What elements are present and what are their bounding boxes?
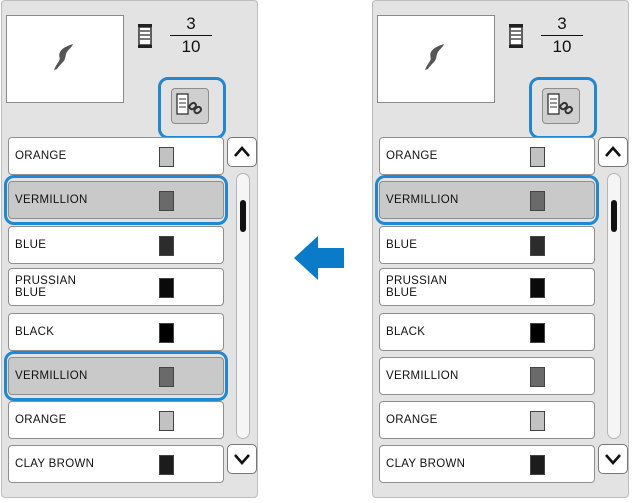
- linked-thread-icon: [547, 93, 573, 115]
- thread-list-item[interactable]: ORANGE: [8, 401, 224, 439]
- thread-list-item[interactable]: BLACK: [379, 313, 595, 351]
- link-threads-button[interactable]: [171, 88, 209, 124]
- thread-list-item[interactable]: ORANGE: [379, 137, 595, 175]
- thread-list-item[interactable]: VERMILLION: [379, 357, 595, 395]
- embroidery-preview: [377, 15, 495, 103]
- selection-highlight: [4, 351, 228, 401]
- counter-total: 10: [552, 37, 572, 56]
- thread-color-swatch: [159, 455, 174, 475]
- scroll-up-button[interactable]: [227, 137, 257, 167]
- thread-color-name: BLACK: [15, 326, 55, 338]
- thread-color-swatch: [159, 236, 174, 256]
- thread-color-swatch: [159, 147, 174, 167]
- thread-list-item[interactable]: PRUSSIAN BLUE: [8, 268, 224, 306]
- thread-list-item[interactable]: ORANGE: [8, 137, 224, 175]
- link-threads-button[interactable]: [542, 88, 580, 124]
- chevron-up-icon: [234, 146, 250, 157]
- embroidery-preview-icon: [54, 44, 73, 70]
- thread-color-swatch: [530, 147, 545, 167]
- thread-list-item[interactable]: BLUE: [8, 226, 224, 264]
- thread-spool-icon: [509, 24, 523, 48]
- thread-list-item[interactable]: CLAY BROWN: [8, 445, 224, 483]
- link-button-highlight: [529, 77, 597, 139]
- thread-panel-after: 3 10 ORANGE VERMILLION BLUE PRUSSIAN BLUE BL…: [372, 0, 629, 498]
- counter-current: 3: [186, 14, 196, 33]
- counter-current: 3: [557, 14, 567, 33]
- thread-color-swatch: [530, 367, 545, 387]
- thread-color-name: PRUSSIAN BLUE: [386, 275, 448, 299]
- thread-counter: 3 10: [166, 15, 216, 56]
- embroidery-preview-icon: [425, 44, 444, 70]
- left-arrow-icon: [294, 236, 344, 280]
- scroll-down-button[interactable]: [598, 444, 628, 474]
- scrollbar-track[interactable]: [236, 173, 250, 439]
- counter-fraction-bar: [170, 35, 212, 36]
- scrollbar-thumb[interactable]: [240, 200, 246, 232]
- chevron-up-icon: [605, 146, 621, 157]
- thread-color-name: BLACK: [386, 326, 426, 338]
- scroll-up-button[interactable]: [598, 137, 628, 167]
- thread-color-swatch: [159, 323, 174, 343]
- thread-color-name: CLAY BROWN: [386, 458, 466, 470]
- embroidery-preview: [6, 15, 124, 103]
- thread-color-name: CLAY BROWN: [15, 458, 95, 470]
- thread-color-name: ORANGE: [386, 414, 438, 426]
- thread-spool-icon: [138, 24, 152, 48]
- thread-color-swatch: [159, 411, 174, 431]
- thread-color-swatch: [530, 323, 545, 343]
- counter-fraction-bar: [541, 35, 583, 36]
- thread-color-name: ORANGE: [386, 150, 438, 162]
- selection-highlight: [4, 175, 228, 225]
- thread-color-swatch: [530, 455, 545, 475]
- thread-color-name: ORANGE: [15, 150, 67, 162]
- thread-list-item[interactable]: BLACK: [8, 313, 224, 351]
- thread-color-name: VERMILLION: [386, 370, 459, 382]
- thread-color-name: ORANGE: [15, 414, 67, 426]
- scrollbar-track[interactable]: [607, 173, 621, 439]
- selection-highlight: [375, 175, 599, 225]
- chevron-down-icon: [234, 454, 250, 465]
- counter-total: 10: [181, 37, 201, 56]
- chevron-down-icon: [605, 454, 621, 465]
- thread-color-swatch: [530, 411, 545, 431]
- thread-list-item[interactable]: ORANGE: [379, 401, 595, 439]
- thread-counter: 3 10: [537, 15, 587, 56]
- thread-list-item[interactable]: CLAY BROWN: [379, 445, 595, 483]
- linked-thread-icon: [176, 93, 202, 115]
- thread-list-item[interactable]: BLUE: [379, 226, 595, 264]
- thread-color-name: BLUE: [386, 239, 418, 251]
- thread-color-swatch: [530, 236, 545, 256]
- thread-panel-before: 3 10 ORANGE VERMILLION BLUE PRUSSIAN BLUE BL…: [1, 0, 258, 498]
- thread-color-swatch: [530, 278, 545, 298]
- thread-list-item[interactable]: PRUSSIAN BLUE: [379, 268, 595, 306]
- thread-color-swatch: [159, 278, 174, 298]
- scroll-down-button[interactable]: [227, 444, 257, 474]
- thread-color-name: PRUSSIAN BLUE: [15, 275, 77, 299]
- scrollbar-thumb[interactable]: [611, 200, 617, 232]
- link-button-highlight: [158, 77, 226, 139]
- thread-color-name: BLUE: [15, 239, 47, 251]
